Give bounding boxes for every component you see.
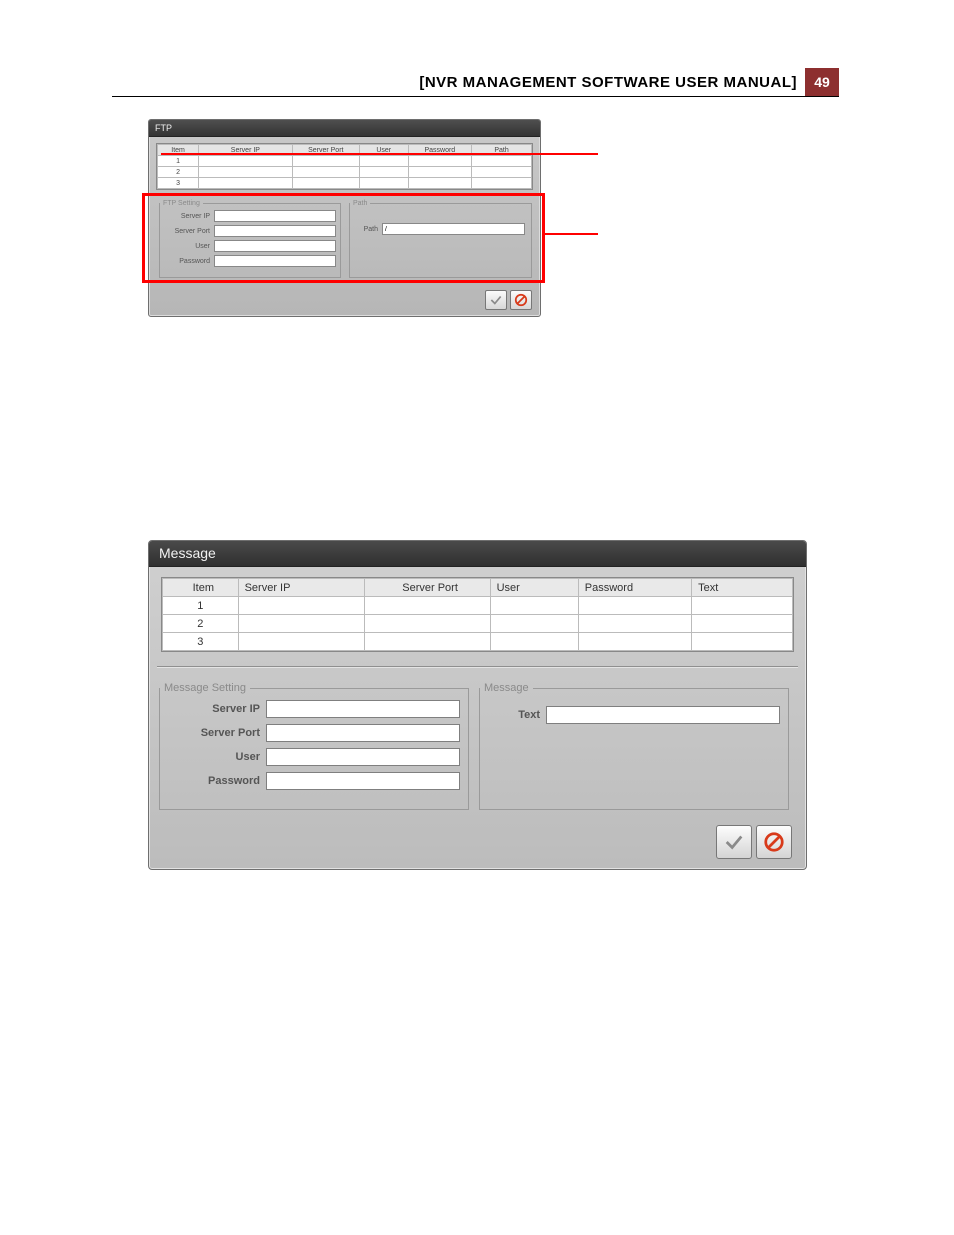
col-text: Text xyxy=(692,579,793,597)
cell xyxy=(472,167,532,178)
cell xyxy=(578,615,691,633)
cell xyxy=(199,156,293,167)
cell xyxy=(490,633,578,651)
message-text-legend: Message xyxy=(480,682,533,694)
cell xyxy=(359,156,408,167)
annotation-box xyxy=(142,193,545,283)
cell xyxy=(359,167,408,178)
cell xyxy=(408,178,472,189)
label-user: User xyxy=(168,751,260,763)
ok-button[interactable] xyxy=(716,825,752,859)
cell xyxy=(408,167,472,178)
cell xyxy=(364,597,490,615)
col-serverport: Server Port xyxy=(364,579,490,597)
cell xyxy=(472,156,532,167)
page-title: [NVR MANAGEMENT SOFTWARE USER MANUAL] xyxy=(419,74,797,91)
cell xyxy=(692,597,793,615)
table-row[interactable]: 1 xyxy=(158,156,532,167)
ftp-titlebar: FTP xyxy=(149,120,540,137)
cell-item: 1 xyxy=(158,156,199,167)
serverip-input[interactable] xyxy=(266,700,460,718)
cell xyxy=(238,633,364,651)
table-row[interactable]: 3 xyxy=(163,633,793,651)
cell xyxy=(364,615,490,633)
cell xyxy=(490,615,578,633)
message-titlebar: Message xyxy=(149,541,806,567)
ftp-table: Item Server IP Server Port User Password… xyxy=(156,143,533,190)
message-setting-fieldset: Message Setting Server IP Server Port Us… xyxy=(159,682,469,810)
prohibit-icon xyxy=(514,293,528,307)
cell xyxy=(472,178,532,189)
cell-item: 1 xyxy=(163,597,239,615)
check-icon xyxy=(489,293,503,307)
cell xyxy=(364,633,490,651)
cell xyxy=(359,178,408,189)
cell xyxy=(292,178,359,189)
cell xyxy=(578,597,691,615)
ok-button[interactable] xyxy=(485,290,507,310)
cell xyxy=(199,178,293,189)
cell-item: 2 xyxy=(158,167,199,178)
table-row[interactable]: 2 xyxy=(163,615,793,633)
label-serverport: Server Port xyxy=(168,727,260,739)
cell xyxy=(692,615,793,633)
password-input[interactable] xyxy=(266,772,460,790)
annotation-line xyxy=(161,153,598,155)
label-text: Text xyxy=(488,709,540,721)
check-icon xyxy=(723,831,745,853)
label-serverip: Server IP xyxy=(168,703,260,715)
cell xyxy=(408,156,472,167)
col-password: Password xyxy=(578,579,691,597)
table-row[interactable]: 3 xyxy=(158,178,532,189)
user-input[interactable] xyxy=(266,748,460,766)
table-row[interactable]: 2 xyxy=(158,167,532,178)
cell xyxy=(490,597,578,615)
cell xyxy=(199,167,293,178)
header-divider xyxy=(112,96,839,97)
divider xyxy=(157,666,798,668)
message-table: Item Server IP Server Port User Password… xyxy=(161,577,794,652)
cell xyxy=(578,633,691,651)
cancel-button[interactable] xyxy=(510,290,532,310)
page-number: 49 xyxy=(805,68,839,96)
message-setting-legend: Message Setting xyxy=(160,682,250,694)
annotation-line xyxy=(544,233,598,235)
cell-item: 3 xyxy=(163,633,239,651)
cell xyxy=(238,615,364,633)
prohibit-icon xyxy=(763,831,785,853)
cell xyxy=(292,167,359,178)
cancel-button[interactable] xyxy=(756,825,792,859)
message-dialog: Message Item Server IP Server Port User … xyxy=(148,540,807,870)
col-item: Item xyxy=(163,579,239,597)
col-user: User xyxy=(490,579,578,597)
text-input[interactable] xyxy=(546,706,780,724)
cell xyxy=(692,633,793,651)
table-row[interactable]: 1 xyxy=(163,597,793,615)
cell xyxy=(292,156,359,167)
cell-item: 2 xyxy=(163,615,239,633)
serverport-input[interactable] xyxy=(266,724,460,742)
col-serverip: Server IP xyxy=(238,579,364,597)
cell xyxy=(238,597,364,615)
message-text-fieldset: Message Text xyxy=(479,682,789,810)
cell-item: 3 xyxy=(158,178,199,189)
label-password: Password xyxy=(168,775,260,787)
